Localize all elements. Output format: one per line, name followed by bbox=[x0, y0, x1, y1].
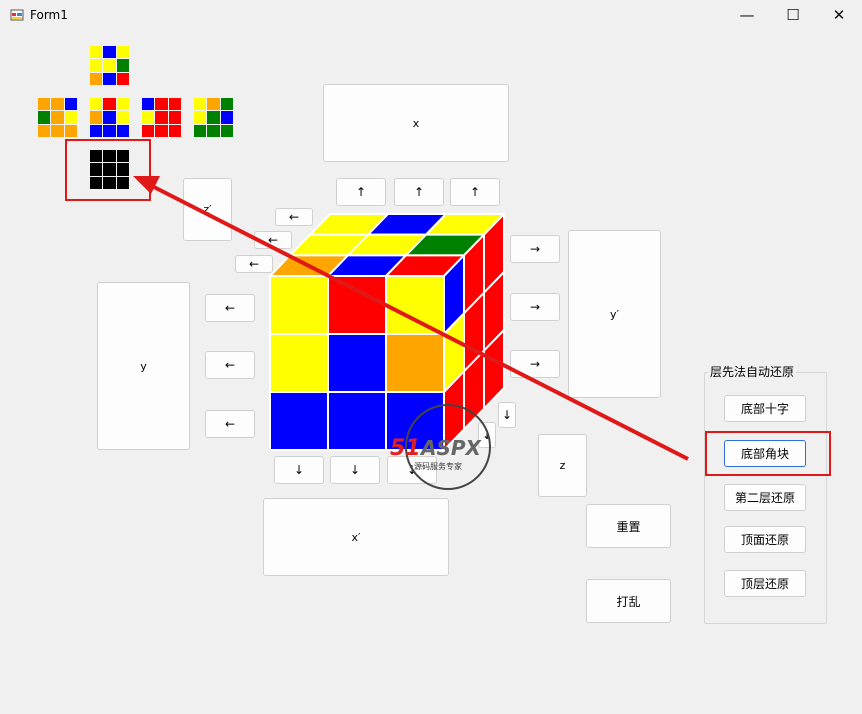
minimize-button[interactable]: — bbox=[724, 0, 770, 30]
column-middle-up-button[interactable]: ↑ bbox=[394, 178, 444, 206]
net-sticker bbox=[116, 72, 129, 85]
column-right-up-button[interactable]: ↑ bbox=[450, 178, 500, 206]
net-sticker bbox=[168, 124, 181, 137]
window-title: Form1 bbox=[30, 8, 68, 22]
net-sticker bbox=[90, 111, 103, 124]
net-sticker bbox=[51, 98, 64, 111]
net-sticker bbox=[116, 98, 129, 111]
net-sticker bbox=[194, 124, 207, 137]
solve-bottom-cross-button[interactable]: 底部十字 bbox=[724, 395, 806, 422]
net-sticker bbox=[103, 98, 116, 111]
net-sticker bbox=[207, 124, 220, 137]
row-top-left-button[interactable]: ← bbox=[205, 294, 255, 322]
net-sticker bbox=[155, 111, 168, 124]
close-button[interactable]: ✕ bbox=[816, 0, 862, 30]
net-sticker bbox=[38, 98, 51, 111]
net-sticker bbox=[116, 59, 129, 72]
net-sticker bbox=[90, 72, 103, 85]
net-sticker bbox=[220, 111, 233, 124]
maximize-button[interactable]: ☐ bbox=[770, 0, 816, 30]
net-sticker bbox=[155, 124, 168, 137]
rotate-x-prime-button[interactable]: x′ bbox=[263, 498, 449, 576]
net-sticker bbox=[103, 59, 116, 72]
net-sticker bbox=[155, 98, 168, 111]
reset-button[interactable]: 重置 bbox=[586, 504, 671, 548]
row-top-right-button[interactable]: → bbox=[510, 235, 560, 263]
net-face-front bbox=[90, 98, 129, 137]
net-sticker bbox=[51, 111, 64, 124]
solve-top-layer-button[interactable]: 顶层还原 bbox=[724, 570, 806, 597]
net-sticker bbox=[220, 98, 233, 111]
row-bottom-left-button[interactable]: ← bbox=[205, 410, 255, 438]
cube-sticker bbox=[385, 333, 445, 393]
net-sticker bbox=[64, 98, 77, 111]
net-sticker bbox=[103, 72, 116, 85]
watermark-logo: 51 ASPX 源码服务专家 bbox=[390, 404, 491, 490]
main-window: Form1 — ☐ ✕ x ↑ ↑ ↑ z′ ← ← ← y ← ← ← → →… bbox=[0, 0, 862, 714]
rotate-y-button[interactable]: y bbox=[97, 282, 190, 450]
net-sticker bbox=[90, 59, 103, 72]
net-sticker bbox=[194, 98, 207, 111]
column-middle-down-button[interactable]: ↓ bbox=[330, 456, 380, 484]
rotate-z-prime-button[interactable]: z′ bbox=[183, 178, 232, 241]
title-bar: Form1 — ☐ ✕ bbox=[0, 0, 862, 30]
net-sticker bbox=[103, 46, 116, 59]
net-sticker bbox=[90, 124, 103, 137]
rotate-x-button[interactable]: x bbox=[323, 84, 509, 162]
net-sticker bbox=[38, 124, 51, 137]
net-sticker bbox=[64, 111, 77, 124]
cube-sticker bbox=[327, 275, 387, 335]
highlight-box-bottom-corners bbox=[705, 431, 831, 476]
column-left-down-button[interactable]: ↓ bbox=[274, 456, 324, 484]
net-face-back bbox=[194, 98, 233, 137]
watermark-brand-aspx: ASPX bbox=[419, 436, 483, 460]
scramble-button[interactable]: 打乱 bbox=[586, 579, 671, 623]
cube-sticker bbox=[327, 333, 387, 393]
net-sticker bbox=[168, 111, 181, 124]
net-sticker bbox=[90, 98, 103, 111]
net-sticker bbox=[38, 111, 51, 124]
net-sticker bbox=[103, 124, 116, 137]
net-face-top bbox=[90, 46, 129, 85]
row-middle-left-button[interactable]: ← bbox=[205, 351, 255, 379]
row-bottom-right-button[interactable]: → bbox=[510, 350, 560, 378]
rotate-y-prime-button[interactable]: y′ bbox=[568, 230, 661, 398]
watermark-tagline: 源码服务专家 bbox=[414, 461, 462, 471]
net-sticker bbox=[116, 124, 129, 137]
net-sticker bbox=[142, 98, 155, 111]
watermark-brand-51: 51 bbox=[390, 436, 421, 461]
column-left-up-button[interactable]: ↑ bbox=[336, 178, 386, 206]
net-sticker bbox=[116, 46, 129, 59]
net-sticker bbox=[90, 46, 103, 59]
net-sticker bbox=[103, 111, 116, 124]
cube-sticker bbox=[385, 275, 445, 335]
solve-top-face-button[interactable]: 顶面还原 bbox=[724, 526, 806, 553]
net-sticker bbox=[116, 111, 129, 124]
net-sticker bbox=[168, 98, 181, 111]
net-face-right bbox=[142, 98, 181, 137]
rotate-z-button[interactable]: z bbox=[538, 434, 587, 497]
solve-second-layer-button[interactable]: 第二层还原 bbox=[724, 484, 806, 511]
cube-sticker bbox=[269, 275, 329, 335]
highlight-box-bottom-face bbox=[65, 139, 151, 201]
cube-sticker bbox=[269, 391, 329, 451]
net-sticker bbox=[142, 111, 155, 124]
app-icon bbox=[10, 9, 24, 21]
net-sticker bbox=[51, 124, 64, 137]
cube-sticker bbox=[327, 391, 387, 451]
net-sticker bbox=[142, 124, 155, 137]
net-sticker bbox=[64, 124, 77, 137]
net-sticker bbox=[220, 124, 233, 137]
auto-solve-group-label: 层先法自动还原 bbox=[708, 363, 797, 380]
row-middle-right-button[interactable]: → bbox=[510, 293, 560, 321]
net-sticker bbox=[194, 111, 207, 124]
net-sticker bbox=[207, 111, 220, 124]
cube-sticker bbox=[269, 333, 329, 393]
net-face-left bbox=[38, 98, 77, 137]
net-sticker bbox=[207, 98, 220, 111]
